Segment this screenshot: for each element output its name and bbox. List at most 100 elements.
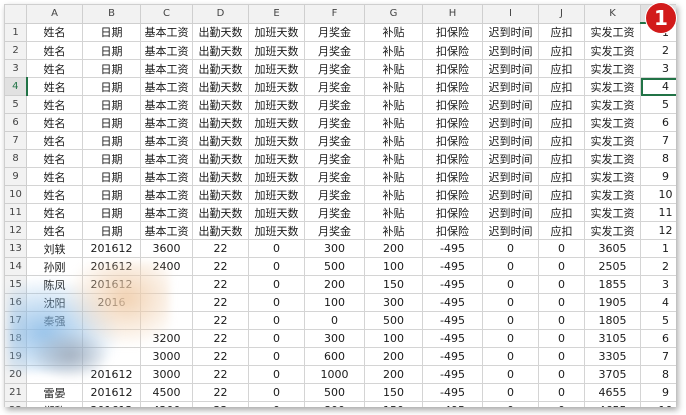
cell-l4[interactable]: 4 <box>640 77 676 96</box>
cell-i8[interactable]: 迟到时间 <box>482 149 539 168</box>
cell-h2[interactable]: 扣保险 <box>422 41 483 60</box>
cell-c1[interactable]: 基本工资 <box>140 22 193 42</box>
cell-b6[interactable]: 日期 <box>82 113 141 132</box>
cell-j18[interactable]: 0 <box>538 329 585 348</box>
column-header-d[interactable]: D <box>192 4 249 24</box>
cell-c2[interactable]: 基本工资 <box>140 41 193 60</box>
cell-f1[interactable]: 月奖金 <box>304 22 365 42</box>
cell-j12[interactable]: 应扣 <box>538 221 585 240</box>
cell-f22[interactable]: 800 <box>304 401 365 407</box>
cell-i18[interactable]: 0 <box>482 329 539 348</box>
cell-g18[interactable]: 100 <box>364 329 423 348</box>
cell-d7[interactable]: 出勤天数 <box>192 131 249 150</box>
cell-d20[interactable]: 22 <box>192 365 249 384</box>
cell-h1[interactable]: 扣保险 <box>422 22 483 42</box>
row-header[interactable]: 17 <box>4 311 27 330</box>
cell-l11[interactable]: 11 <box>640 203 676 222</box>
cell-f21[interactable]: 500 <box>304 383 365 402</box>
cell-d15[interactable]: 22 <box>192 275 249 294</box>
cell-d17[interactable]: 22 <box>192 311 249 330</box>
row-header[interactable]: 8 <box>4 149 27 168</box>
cell-i3[interactable]: 迟到时间 <box>482 59 539 78</box>
cell-c19[interactable]: 3000 <box>140 347 193 366</box>
cell-e8[interactable]: 加班天数 <box>248 149 305 168</box>
cell-b2[interactable]: 日期 <box>82 41 141 60</box>
cell-d2[interactable]: 出勤天数 <box>192 41 249 60</box>
cell-d16[interactable]: 22 <box>192 293 249 312</box>
cell-b16[interactable]: 2016 <box>82 293 141 312</box>
cell-e19[interactable]: 0 <box>248 347 305 366</box>
cell-j16[interactable]: 0 <box>538 293 585 312</box>
cell-f19[interactable]: 600 <box>304 347 365 366</box>
cell-a8[interactable]: 姓名 <box>26 149 83 168</box>
cell-d22[interactable]: 22 <box>192 401 249 407</box>
cell-l16[interactable]: 4 <box>640 293 676 312</box>
cell-e2[interactable]: 加班天数 <box>248 41 305 60</box>
row-header[interactable]: 15 <box>4 275 27 294</box>
cell-c21[interactable]: 4500 <box>140 383 193 402</box>
cell-l5[interactable]: 5 <box>640 95 676 114</box>
cell-k8[interactable]: 实发工资 <box>584 149 641 168</box>
cell-l15[interactable]: 3 <box>640 275 676 294</box>
cell-h5[interactable]: 扣保险 <box>422 95 483 114</box>
cell-e17[interactable]: 0 <box>248 311 305 330</box>
cell-g16[interactable]: 300 <box>364 293 423 312</box>
cell-g20[interactable]: 200 <box>364 365 423 384</box>
cell-h3[interactable]: 扣保险 <box>422 59 483 78</box>
cell-i2[interactable]: 迟到时间 <box>482 41 539 60</box>
column-header-c[interactable]: C <box>140 4 193 24</box>
cell-j7[interactable]: 应扣 <box>538 131 585 150</box>
cell-e14[interactable]: 0 <box>248 257 305 276</box>
cell-k10[interactable]: 实发工资 <box>584 185 641 204</box>
cell-h15[interactable]: -495 <box>422 275 483 294</box>
cell-g12[interactable]: 补贴 <box>364 221 423 240</box>
cell-j3[interactable]: 应扣 <box>538 59 585 78</box>
cell-a18[interactable] <box>26 329 83 348</box>
row-header[interactable]: 12 <box>4 221 27 240</box>
cell-f18[interactable]: 300 <box>304 329 365 348</box>
cell-d6[interactable]: 出勤天数 <box>192 113 249 132</box>
cell-j15[interactable]: 0 <box>538 275 585 294</box>
cell-l17[interactable]: 5 <box>640 311 676 330</box>
cell-l12[interactable]: 12 <box>640 221 676 240</box>
cell-a5[interactable]: 姓名 <box>26 95 83 114</box>
cell-e7[interactable]: 加班天数 <box>248 131 305 150</box>
cell-i4[interactable]: 迟到时间 <box>482 77 539 96</box>
cell-b22[interactable]: 201612 <box>82 401 141 407</box>
row-header[interactable]: 4 <box>4 77 28 96</box>
cell-c22[interactable]: 4200 <box>140 401 193 407</box>
cell-k14[interactable]: 2505 <box>584 257 641 276</box>
row-header[interactable]: 19 <box>4 347 27 366</box>
cell-i5[interactable]: 迟到时间 <box>482 95 539 114</box>
cell-f8[interactable]: 月奖金 <box>304 149 365 168</box>
cell-d14[interactable]: 22 <box>192 257 249 276</box>
cell-d13[interactable]: 22 <box>192 239 249 258</box>
cell-i19[interactable]: 0 <box>482 347 539 366</box>
cell-i12[interactable]: 迟到时间 <box>482 221 539 240</box>
cell-i1[interactable]: 迟到时间 <box>482 22 539 42</box>
cell-c15[interactable] <box>140 275 193 294</box>
cell-f13[interactable]: 300 <box>304 239 365 258</box>
cell-b17[interactable] <box>82 311 141 330</box>
cell-a11[interactable]: 姓名 <box>26 203 83 222</box>
cell-h11[interactable]: 扣保险 <box>422 203 483 222</box>
cell-g7[interactable]: 补贴 <box>364 131 423 150</box>
cell-k9[interactable]: 实发工资 <box>584 167 641 186</box>
cell-f15[interactable]: 200 <box>304 275 365 294</box>
cell-a2[interactable]: 姓名 <box>26 41 83 60</box>
cell-d5[interactable]: 出勤天数 <box>192 95 249 114</box>
cell-d12[interactable]: 出勤天数 <box>192 221 249 240</box>
cell-l10[interactable]: 10 <box>640 185 676 204</box>
cell-h20[interactable]: -495 <box>422 365 483 384</box>
cell-g9[interactable]: 补贴 <box>364 167 423 186</box>
cell-j14[interactable]: 0 <box>538 257 585 276</box>
cell-i16[interactable]: 0 <box>482 293 539 312</box>
cell-g5[interactable]: 补贴 <box>364 95 423 114</box>
cell-h22[interactable]: -495 <box>422 401 483 407</box>
cell-c7[interactable]: 基本工资 <box>140 131 193 150</box>
cell-h10[interactable]: 扣保险 <box>422 185 483 204</box>
cell-i13[interactable]: 0 <box>482 239 539 258</box>
column-header-h[interactable]: H <box>422 4 483 24</box>
cell-c16[interactable] <box>140 293 193 312</box>
cell-i11[interactable]: 迟到时间 <box>482 203 539 222</box>
